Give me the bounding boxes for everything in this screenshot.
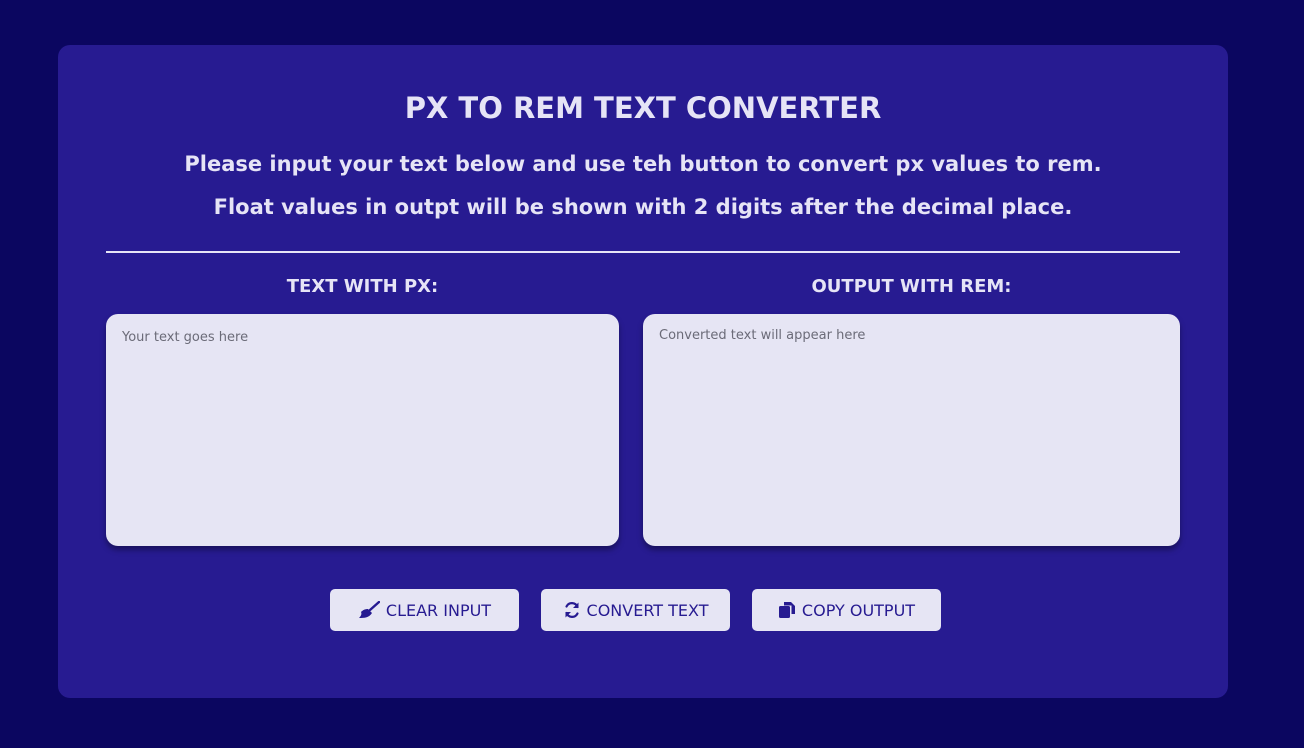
page-title: PX TO REM TEXT CONVERTER <box>404 91 882 125</box>
copy-icon <box>778 601 796 619</box>
output-placeholder: Converted text will appear here <box>659 328 866 343</box>
broom-icon <box>358 601 380 619</box>
copy-output-button[interactable]: COPY OUTPUT <box>752 589 941 631</box>
clear-input-button[interactable]: CLEAR INPUT <box>330 589 519 631</box>
input-label: TEXT WITH PX: <box>286 276 439 297</box>
px-text-input[interactable] <box>106 314 619 546</box>
output-label: OUTPUT WITH REM: <box>811 276 1012 297</box>
convert-text-button[interactable]: CONVERT TEXT <box>541 589 730 631</box>
copy-output-label: COPY OUTPUT <box>801 600 916 620</box>
divider <box>106 251 1180 253</box>
converter-card: PX TO REM TEXT CONVERTER Please input yo… <box>58 45 1228 698</box>
page-description: Please input your text below and use teh… <box>184 152 1102 219</box>
convert-text-label: CONVERT TEXT <box>586 600 709 620</box>
clear-input-label: CLEAR INPUT <box>385 600 492 620</box>
sync-icon <box>563 601 581 619</box>
rem-text-output[interactable]: Converted text will appear here <box>643 314 1180 546</box>
